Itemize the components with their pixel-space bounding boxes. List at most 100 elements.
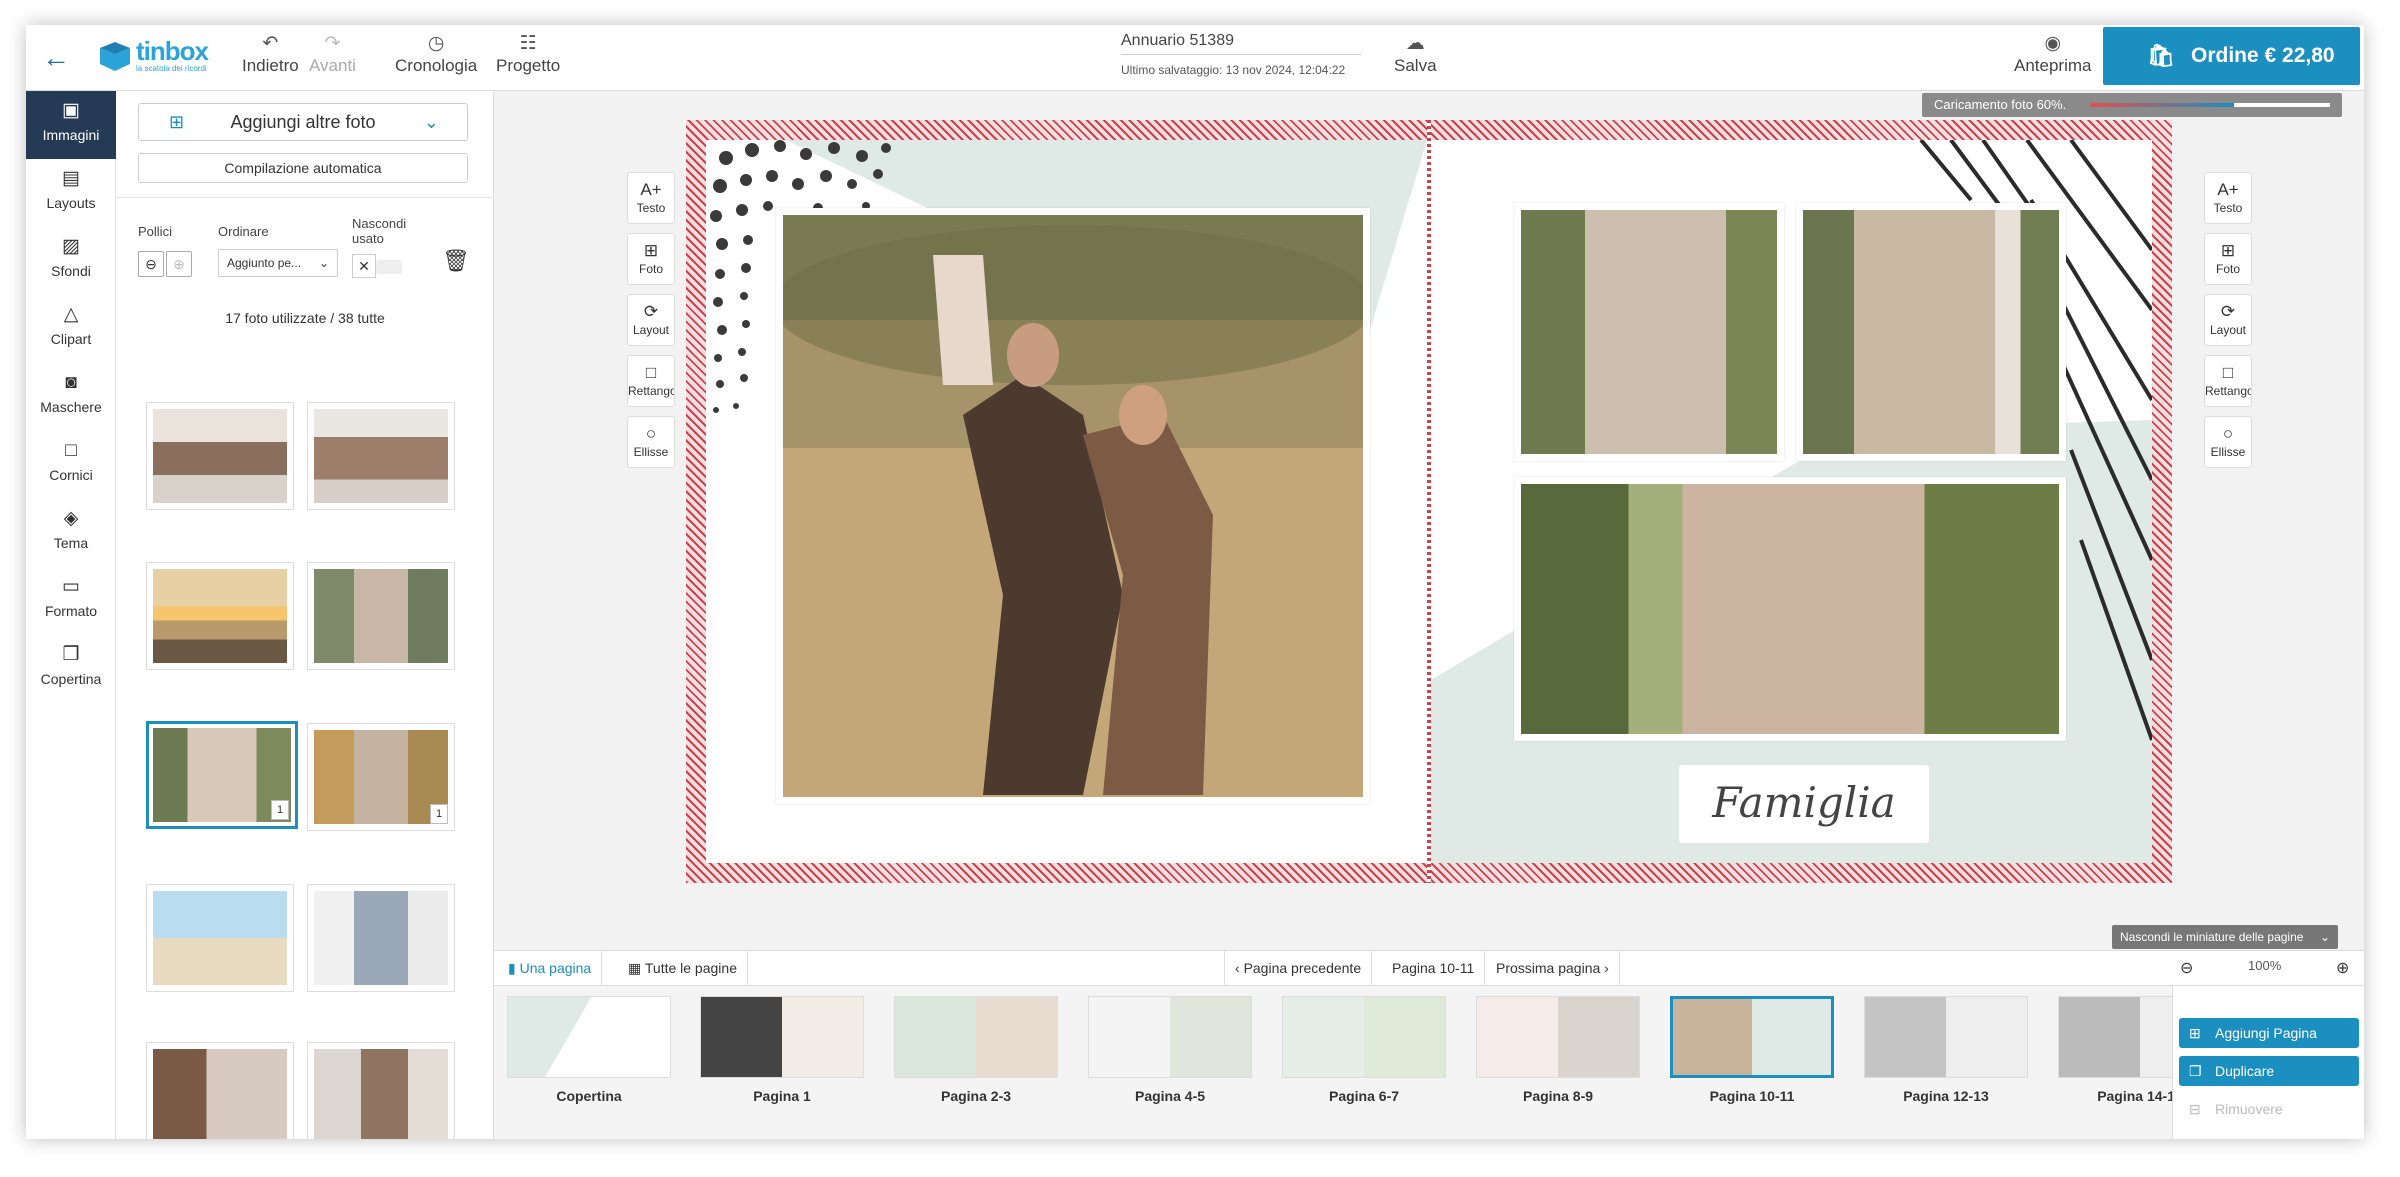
chevron-down-icon: ⌄ — [423, 112, 439, 132]
square-icon: □ — [645, 363, 657, 382]
photo-tool[interactable]: ⊞ Foto — [627, 233, 675, 285]
photo-thumb[interactable] — [146, 562, 294, 670]
ellipse-tool[interactable]: ○ Ellisse — [2204, 416, 2252, 468]
photo-slot-top-right[interactable] — [1796, 203, 2066, 461]
add-photos-button[interactable]: ⊞ Aggiungi altre foto ⌄ — [138, 103, 468, 141]
page-caption[interactable]: Famiglia — [1679, 765, 1929, 843]
zoom-out-thumbs-icon[interactable]: ⊖ — [138, 251, 164, 277]
page-thumb[interactable] — [700, 996, 864, 1078]
photo-thumb[interactable] — [146, 1042, 294, 1139]
hide-thumbnails-button[interactable]: Nascondi le miniature delle pagine ⌄ — [2112, 925, 2338, 949]
rectangle-tool[interactable]: □ Rettangolo — [2204, 355, 2252, 407]
project-title[interactable]: Annuario 51389 — [1121, 32, 1361, 55]
page-thumb[interactable] — [507, 996, 671, 1078]
page-thumb[interactable] — [1864, 996, 2028, 1078]
last-saved: Ultimo salvataggio: 13 nov 2024, 12:04:2… — [1121, 63, 1346, 77]
sidebar-item-clipart[interactable]: △ Clipart — [26, 295, 116, 363]
layout-tool-label: Layout — [632, 323, 670, 337]
text-tool[interactable]: A+ Testo — [2204, 172, 2252, 224]
frames-icon: □ — [65, 440, 77, 461]
sidebar-item-layouts[interactable]: ▤ Layouts — [26, 159, 116, 227]
zoom-in-thumbs-icon[interactable]: ⊕ — [166, 251, 192, 277]
photo-image — [153, 409, 287, 503]
page-thumb[interactable] — [1088, 996, 1252, 1078]
undo-icon: ↶ — [262, 33, 279, 54]
sidebar-item-backgrounds[interactable]: ▨ Sfondi — [26, 227, 116, 295]
cloud-icon: ☁ — [1405, 33, 1425, 54]
main-photo[interactable] — [773, 208, 1373, 804]
trash-icon[interactable]: 🗑 — [442, 248, 470, 274]
photo-thumb[interactable] — [307, 402, 455, 510]
page-thumb-active[interactable] — [1670, 996, 1834, 1078]
prev-page-button[interactable]: ‹ Pagina precedente — [1224, 951, 1373, 985]
rectangle-tool-label: Rettangolo — [628, 384, 674, 398]
sidebar-item-format[interactable]: ▭ Formato — [26, 567, 116, 635]
photobook-spread: Famiglia — [686, 120, 2172, 883]
rectangle-tool[interactable]: □ Rettangolo — [627, 355, 675, 407]
photo-image — [153, 891, 287, 985]
chevron-right-icon: › — [1600, 960, 1609, 976]
zoom-out-icon[interactable]: ⊖ — [2180, 958, 2193, 978]
photo-thumb[interactable] — [307, 884, 455, 992]
redo-icon: ↷ — [324, 33, 341, 54]
left-page[interactable] — [706, 140, 1427, 863]
undo-button[interactable]: ↶ Indietro — [242, 32, 299, 76]
history-button[interactable]: ◷ Cronologia — [395, 32, 477, 76]
auto-fill-button[interactable]: Compilazione automatica — [138, 153, 468, 183]
sidebar-item-masks[interactable]: ◙ Maschere — [26, 363, 116, 431]
photo-image — [314, 569, 448, 663]
photo-thumb-selected[interactable]: 1 — [146, 721, 298, 829]
sliders-icon: ☷ — [519, 33, 537, 54]
save-button[interactable]: ☁ Salva — [1394, 32, 1437, 76]
redo-button[interactable]: ↷ Avanti — [309, 32, 356, 76]
layout-tool[interactable]: ⟳ Layout — [2204, 294, 2252, 346]
hide-used-toggle[interactable]: ✕ — [352, 254, 376, 278]
zoom-in-icon[interactable]: ⊕ — [2336, 958, 2349, 978]
undo-label: Indietro — [242, 56, 299, 75]
back-arrow-icon[interactable]: ← — [36, 40, 76, 76]
project-button[interactable]: ☷ Progetto — [496, 32, 560, 76]
order-label: Ordine € 22,80 — [2191, 44, 2335, 67]
page-thumb[interactable] — [1282, 996, 1446, 1078]
duplicate-button[interactable]: ❐ Duplicare — [2179, 1056, 2359, 1086]
photo-tool[interactable]: ⊞ Foto — [2204, 233, 2252, 285]
layout-tool[interactable]: ⟳ Layout — [627, 294, 675, 346]
photo-thumb[interactable] — [146, 884, 294, 992]
all-pages-tab[interactable]: ▦ Tutte le pagine — [618, 951, 748, 985]
single-page-tab[interactable]: ▮ Una pagina — [494, 951, 603, 985]
backgrounds-icon: ▨ — [62, 236, 80, 257]
page-actions: ⊞ Aggiungi Pagina ❐ Duplicare ⊟ Rimuovere — [2172, 986, 2364, 1139]
add-page-button[interactable]: ⊞ Aggiungi Pagina — [2179, 1018, 2359, 1048]
text-tool[interactable]: A+ Testo — [627, 172, 675, 224]
sort-select[interactable]: Aggiunto pe... ⌄ — [218, 249, 338, 277]
page-thumbnails-strip: Copertina Pagina 1 Pagina 2-3 Pagina 4-5… — [494, 986, 2364, 1139]
photo-thumb[interactable]: 1 — [307, 723, 455, 831]
photo-slot-bottom[interactable] — [1514, 477, 2066, 741]
page-thumb-label: Pagina 2-3 — [940, 1088, 1012, 1104]
photo-thumb[interactable] — [307, 1042, 455, 1139]
sidebar-item-theme[interactable]: ◈ Tema — [26, 499, 116, 567]
right-page[interactable]: Famiglia — [1431, 140, 2152, 863]
photo-slot-top-left[interactable] — [1514, 203, 1784, 461]
preview-button[interactable]: ◉ Anteprima — [2014, 32, 2091, 76]
page-thumb[interactable] — [894, 996, 1058, 1078]
sidebar-item-frames[interactable]: □ Cornici — [26, 431, 116, 499]
next-page-button[interactable]: Prossima pagina › — [1486, 951, 1620, 985]
photo-tool-label: Foto — [638, 262, 663, 276]
photo-thumb[interactable] — [146, 402, 294, 510]
history-label: Cronologia — [395, 56, 478, 75]
photo-thumb[interactable] — [307, 562, 455, 670]
book-icon: ❒ — [62, 644, 80, 665]
sidebar-item-images[interactable]: ▣ Immagini — [26, 91, 116, 159]
order-button[interactable]: 🛍 Ordine € 22,80 — [2103, 27, 2360, 85]
sidebar-item-cover[interactable]: ❒ Copertina — [26, 635, 116, 703]
remove-page-icon: ⊟ — [2189, 1101, 2201, 1117]
remove-button[interactable]: ⊟ Rimuovere — [2179, 1094, 2359, 1124]
page-navbar: ▮ Una pagina ▦ Tutte le pagine ‹ Pagina … — [494, 950, 2364, 986]
page-thumb-label: Pagina 4-5 — [1134, 1088, 1206, 1104]
hide-used-track[interactable] — [376, 260, 402, 274]
zoom-controls: ⊖ 100% ⊕ — [2174, 950, 2364, 986]
page-thumb[interactable] — [1476, 996, 1640, 1078]
text-tool-label: Testo — [636, 201, 666, 215]
ellipse-tool[interactable]: ○ Ellisse — [627, 416, 675, 468]
